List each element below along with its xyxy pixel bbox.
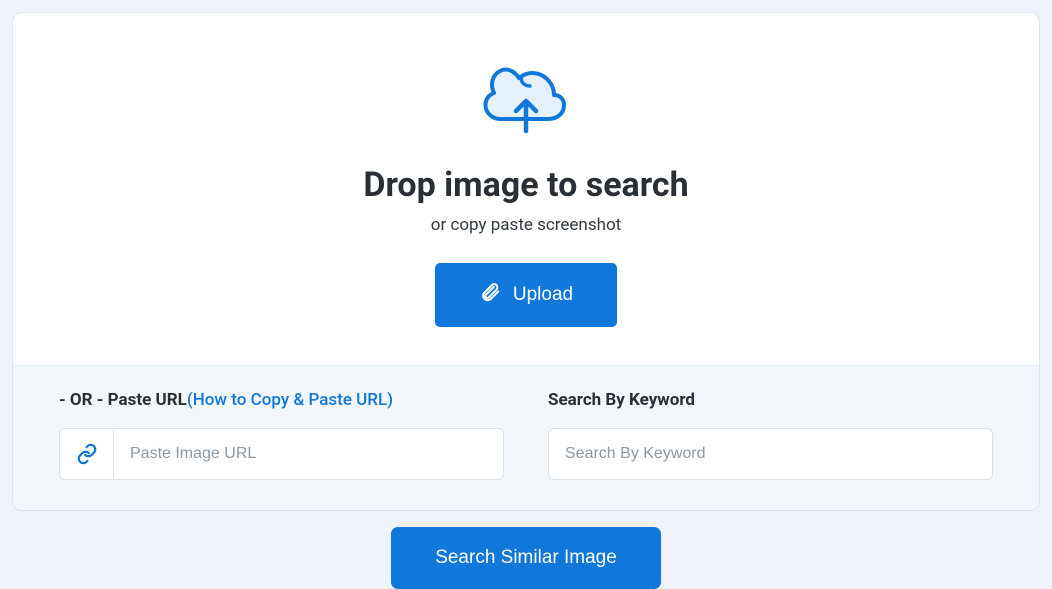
dropzone-subtext: or copy paste screenshot bbox=[33, 215, 1019, 235]
dropzone-heading: Drop image to search bbox=[33, 165, 1019, 205]
keyword-section-label: Search By Keyword bbox=[548, 390, 993, 410]
url-column: - OR - Paste URL(How to Copy & Paste URL… bbox=[59, 390, 504, 480]
paste-url-input[interactable] bbox=[113, 428, 504, 480]
upload-button[interactable]: Upload bbox=[435, 263, 617, 327]
keyword-column: Search By Keyword bbox=[548, 390, 993, 480]
link-icon bbox=[59, 428, 113, 480]
attachment-icon bbox=[479, 281, 501, 309]
url-label-row: - OR - Paste URL(How to Copy & Paste URL… bbox=[59, 390, 504, 410]
upload-card: Drop image to search or copy paste scree… bbox=[12, 12, 1040, 511]
url-section-label: - OR - Paste URL bbox=[59, 390, 187, 410]
upload-button-label: Upload bbox=[513, 284, 573, 306]
lower-section: - OR - Paste URL(How to Copy & Paste URL… bbox=[13, 365, 1039, 510]
cloud-upload-icon bbox=[478, 59, 574, 143]
search-button-wrapper: Search Similar Image bbox=[12, 527, 1040, 589]
dropzone[interactable]: Drop image to search or copy paste scree… bbox=[13, 13, 1039, 365]
search-keyword-input[interactable] bbox=[548, 428, 993, 480]
help-link[interactable]: (How to Copy & Paste URL) bbox=[187, 390, 393, 410]
url-input-group bbox=[59, 428, 504, 480]
search-similar-image-button[interactable]: Search Similar Image bbox=[391, 527, 661, 589]
